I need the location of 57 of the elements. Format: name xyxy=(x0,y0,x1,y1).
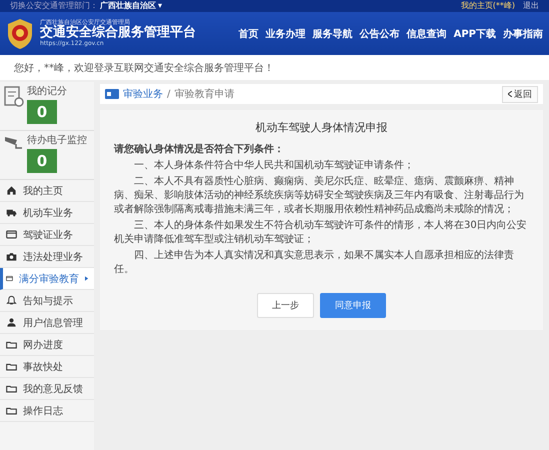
user-icon xyxy=(6,317,17,328)
condition-text: 四、上述申告为本人真实情况和真实意思表示，如果不属实本人自愿承担相应的法律责任。 xyxy=(114,249,515,278)
site-title: 交通安全综合服务管理平台 xyxy=(40,26,196,40)
previous-button[interactable]: 上一步 xyxy=(257,293,314,318)
bell-icon xyxy=(6,295,17,306)
emblem-icon xyxy=(6,18,34,50)
sidebar-item[interactable]: 网办进度 xyxy=(0,334,94,356)
breadcrumb-link[interactable]: 审验业务 xyxy=(123,87,163,101)
condition-text: 三、本人的身体条件如果发生不符合机动车驾驶许可条件的情形，本人将在30日内向公安机关申请降低准驾车型或注销机动车驾驶证； xyxy=(114,219,528,248)
document-icon xyxy=(4,86,24,108)
folder-icon xyxy=(6,405,17,416)
user-link[interactable]: 我的主页(**峰) xyxy=(460,2,515,10)
folder-icon xyxy=(6,339,17,350)
arrow-icon xyxy=(84,275,88,282)
camera-icon xyxy=(4,135,24,149)
home-icon xyxy=(6,185,17,196)
sidebar-item[interactable]: 我的意见反馈 xyxy=(0,378,94,400)
agree-button[interactable]: 同意申报 xyxy=(320,293,386,318)
nav-link[interactable]: 公告公布 xyxy=(360,26,400,40)
camera-icon xyxy=(6,251,17,262)
region-selector[interactable]: 广西壮族自治区 xyxy=(100,2,156,10)
card-label: 我的记分 xyxy=(27,86,67,97)
nav-link[interactable]: APP下载 xyxy=(454,26,496,40)
logout-link[interactable]: 退出 xyxy=(523,2,539,10)
card-icon xyxy=(6,273,13,284)
nav-link[interactable]: 首页 xyxy=(238,26,259,40)
sidebar-item[interactable]: 用户信息管理 xyxy=(0,312,94,334)
folder-icon xyxy=(6,361,17,372)
sidebar-item[interactable]: 我的主页 xyxy=(0,180,94,202)
count-badge[interactable]: 0 xyxy=(27,100,57,124)
nav-link[interactable]: 服务导航 xyxy=(312,26,353,40)
sidebar-item[interactable]: 机动车业务 xyxy=(0,202,94,224)
sidebar-item[interactable]: 操作日志 xyxy=(0,400,94,422)
back-button[interactable]: 返回 xyxy=(502,86,538,102)
nav-link[interactable]: 信息查询 xyxy=(406,26,447,40)
nav-link[interactable]: 办事指南 xyxy=(503,26,543,40)
truck-icon xyxy=(6,207,17,218)
breadcrumb-separator: / xyxy=(167,88,170,100)
intro-text: 请您确认身体情况是否符合下列条件： xyxy=(114,143,285,158)
breadcrumb-current: 审验教育申请 xyxy=(174,88,234,101)
condition-text: 一、本人身体条件符合中华人民共和国机动车驾驶证申请条件； xyxy=(133,159,415,174)
count-badge[interactable]: 0 xyxy=(27,149,57,173)
card-label: 待办电子监控 xyxy=(27,135,87,146)
condition-text: 二、本人不具有器质性心脏病、癫痫病、美尼尔氏症、眩晕症、癔病、震颤麻痹、精神病、痴呆、影响肢体活动的神经系统疾病等妨碍安全驾驶疾病及三年内有吸食、注射毒品行为或者解除强制隔离戒毒措施未满三年，或者长期服用依赖性精神药品成瘾尚未戒除的情况； xyxy=(114,175,525,218)
sidebar-item[interactable]: 驾驶证业务 xyxy=(0,224,94,246)
caret-icon[interactable]: ▾ xyxy=(158,2,162,10)
sidebar-item[interactable]: 事故快处 xyxy=(0,356,94,378)
chevron-left-icon xyxy=(508,91,512,97)
card-icon xyxy=(6,229,17,240)
folder-icon xyxy=(6,383,17,394)
card-icon xyxy=(105,89,119,99)
sidebar-item[interactable]: 满分审验教育 xyxy=(0,268,94,290)
form-title: 机动车驾驶人身体情况申报 xyxy=(254,120,388,136)
switch-label: 切换公安交通管理部门： xyxy=(10,2,98,10)
nav-link[interactable]: 业务办理 xyxy=(266,26,306,40)
welcome-message: 您好，**峰，欢迎登录互联网交通安全综合服务管理平台！ xyxy=(14,62,274,74)
sidebar-item[interactable]: 告知与提示 xyxy=(0,290,94,312)
